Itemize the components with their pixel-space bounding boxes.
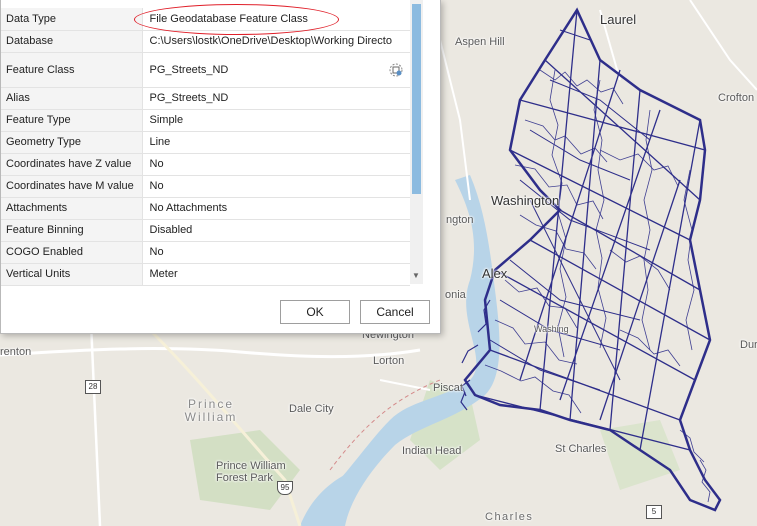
map-label-alexandria: Alex (482, 266, 508, 281)
property-value: PG_Streets_ND (149, 63, 229, 76)
map-label-laurel: Laurel (600, 12, 637, 27)
property-label: COGO Enabled (1, 241, 143, 264)
map-label-prince-william-region: Prince William (184, 397, 238, 424)
property-label: Attachments (1, 197, 143, 220)
map-label-dale-city: Dale City (289, 403, 334, 415)
property-row-data-type: Data Type File Geodatabase Feature Class (1, 8, 410, 31)
property-row-vertical-units: Vertical Units Meter (1, 263, 410, 286)
property-label: Feature Binning (1, 219, 143, 242)
property-label: Feature Class (1, 52, 143, 88)
map-label-charles: Charles (485, 511, 534, 523)
interstate-95-shield: 95 (277, 481, 293, 495)
feature-class-properties-dialog: Data Type File Geodatabase Feature Class… (0, 0, 441, 334)
map-label-dur: Dur (740, 339, 757, 351)
property-value: C:\Users\lostk\OneDrive\Desktop\Working … (142, 30, 410, 53)
property-value: PG_Streets_ND (142, 87, 410, 110)
property-label: Database (1, 30, 143, 53)
map-label-aspen-hill: Aspen Hill (455, 36, 505, 48)
property-label: Coordinates have M value (1, 175, 143, 198)
property-value-cell: PG_Streets_ND (142, 52, 410, 88)
property-row-attachments: Attachments No Attachments (1, 197, 410, 220)
property-value: Simple (142, 109, 410, 132)
property-value: File Geodatabase Feature Class (142, 8, 410, 31)
route-28-shield: 28 (85, 380, 101, 394)
catalog-icon[interactable] (388, 62, 404, 78)
property-value: Meter (142, 263, 410, 286)
map-label-lorton: Lorton (373, 355, 405, 367)
property-row-z-value: Coordinates have Z value No (1, 153, 410, 176)
property-label: Feature Type (1, 109, 143, 132)
property-row-feature-class: Feature Class PG_Streets_ND (1, 52, 410, 88)
property-row-cogo-enabled: COGO Enabled No (1, 241, 410, 264)
cancel-button[interactable]: Cancel (360, 300, 430, 324)
property-label: Data Type (1, 8, 143, 31)
scroll-down-arrow-icon[interactable]: ▼ (412, 271, 420, 280)
map-label-renton: renton (0, 346, 32, 358)
property-value: Line (142, 131, 410, 154)
map-label-st-charles: St Charles (555, 443, 607, 455)
property-value: No Attachments (142, 197, 410, 220)
map-label-washington: Washington (491, 193, 560, 208)
property-row-database: Database C:\Users\lostk\OneDrive\Desktop… (1, 30, 410, 53)
property-value: Disabled (142, 219, 410, 242)
property-row-m-value: Coordinates have M value No (1, 175, 410, 198)
property-label: Alias (1, 87, 143, 110)
property-row-feature-type: Feature Type Simple (1, 109, 410, 132)
property-value: No (142, 153, 410, 176)
property-value: No (142, 175, 410, 198)
properties-table: Data Type File Geodatabase Feature Class… (1, 8, 410, 286)
property-row-feature-binning: Feature Binning Disabled (1, 219, 410, 242)
property-row-geometry-type: Geometry Type Line (1, 131, 410, 154)
map-label-indian-head: Indian Head (402, 445, 462, 457)
property-value: No (142, 241, 410, 264)
map-label-piscataway: Piscat (433, 382, 463, 394)
map-label-ngton: ngton (446, 214, 474, 226)
property-row-alias: Alias PG_Streets_ND (1, 87, 410, 110)
ok-button[interactable]: OK (280, 300, 350, 324)
map-label-crofton: Crofton (718, 92, 755, 104)
map-label-onia: onia (445, 289, 466, 301)
property-label: Vertical Units (1, 263, 143, 286)
map-label-washington-small: Washing (534, 324, 569, 334)
property-label: Geometry Type (1, 131, 143, 154)
properties-scrollbar[interactable]: ▼ (410, 0, 423, 284)
property-label: Coordinates have Z value (1, 153, 143, 176)
route-5-shield: 5 (646, 505, 662, 519)
scrollbar-thumb[interactable] (412, 4, 421, 194)
